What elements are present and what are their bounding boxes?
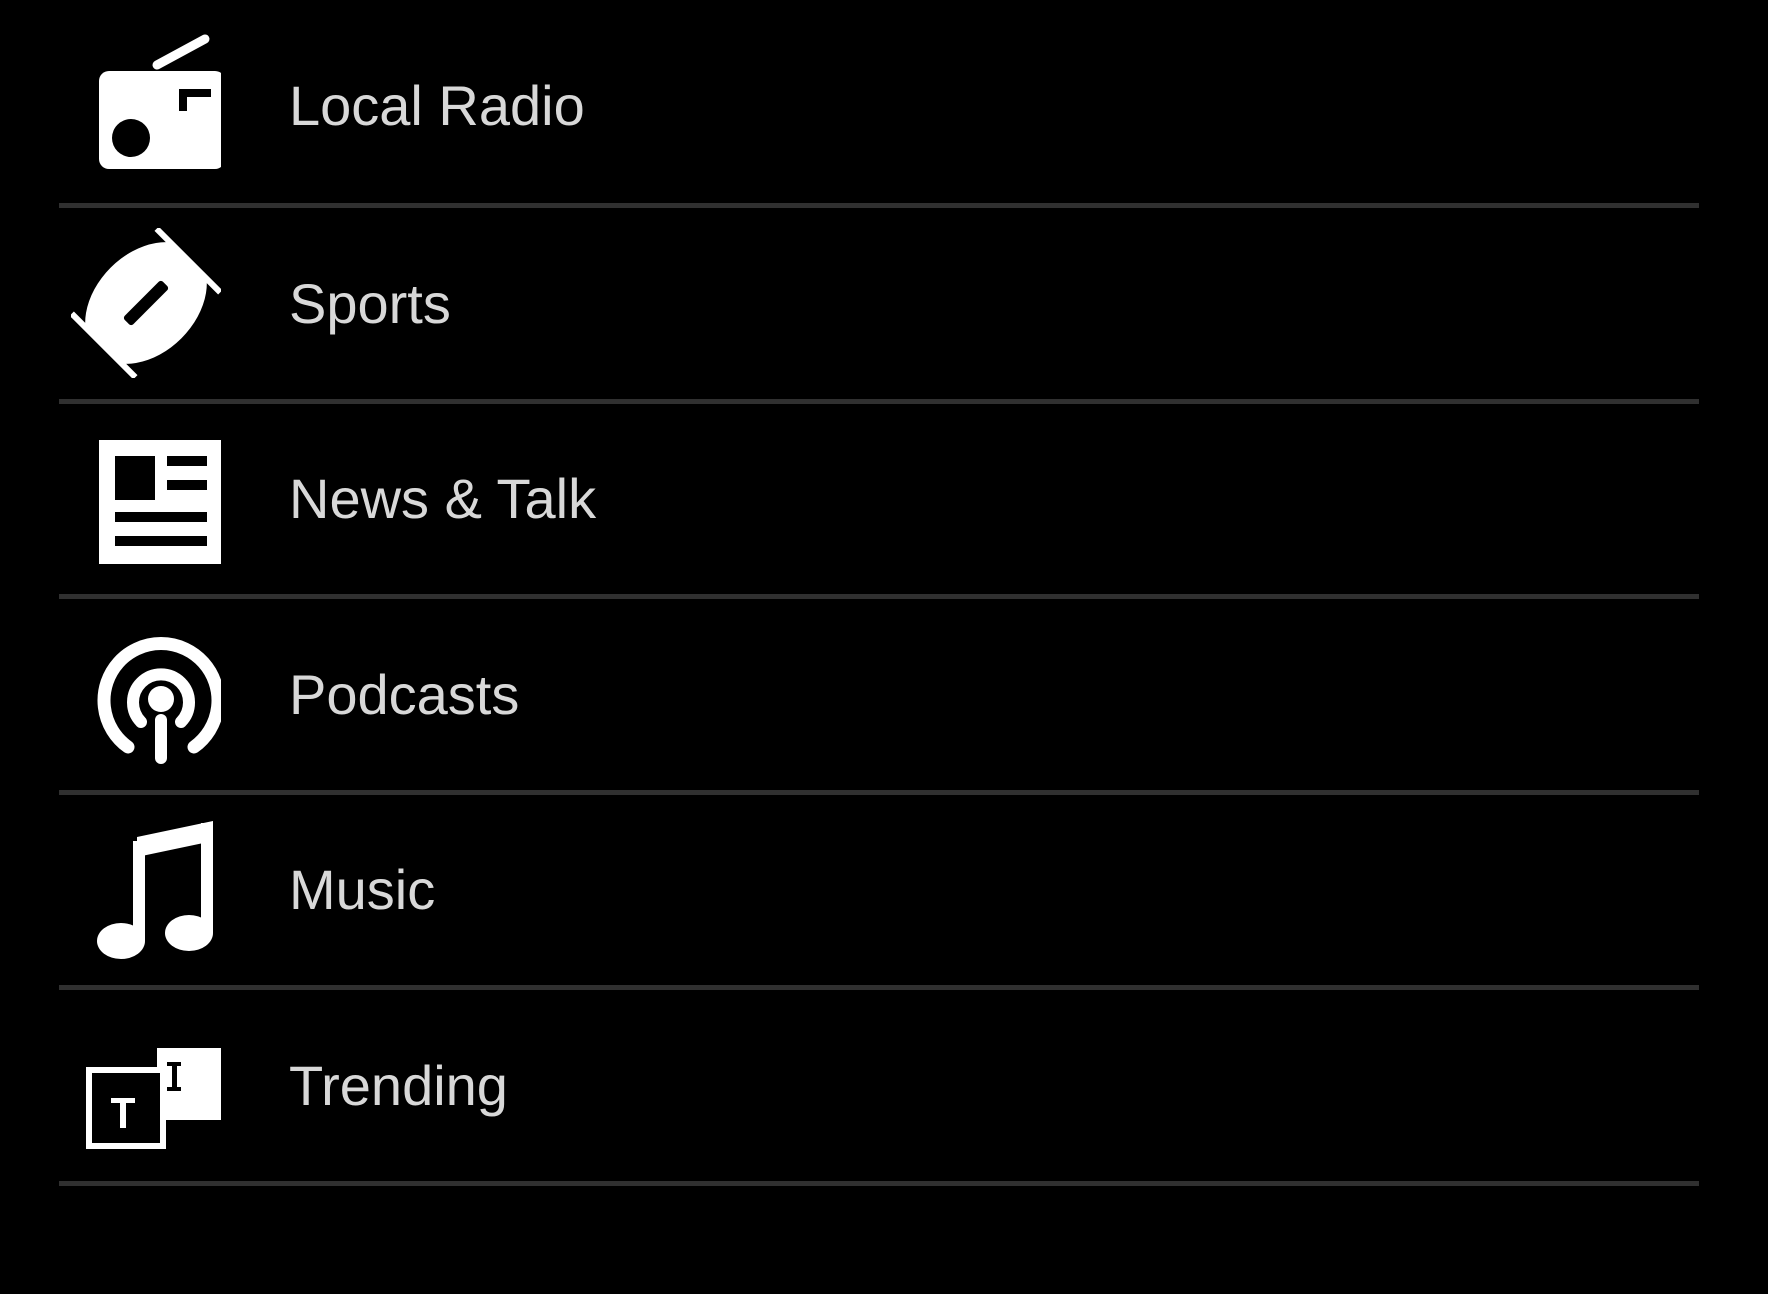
menu-item-local-radio[interactable]: Local Radio bbox=[59, 8, 1699, 208]
menu-item-podcasts[interactable]: Podcasts bbox=[59, 599, 1699, 795]
newspaper-icon bbox=[71, 424, 221, 574]
menu-item-music[interactable]: Music bbox=[59, 795, 1699, 990]
menu-item-trending[interactable]: Trending bbox=[59, 990, 1699, 1186]
trending-icon bbox=[71, 1010, 221, 1160]
category-menu: Local Radio Sports News & Talk Podcasts … bbox=[59, 8, 1699, 1186]
menu-item-news-talk[interactable]: News & Talk bbox=[59, 404, 1699, 599]
radio-icon bbox=[71, 31, 221, 181]
football-icon bbox=[71, 228, 221, 379]
menu-item-label: Music bbox=[289, 858, 436, 922]
menu-item-label: Sports bbox=[289, 271, 451, 335]
music-note-icon bbox=[71, 815, 221, 965]
podcast-icon bbox=[71, 619, 221, 769]
menu-item-sports[interactable]: Sports bbox=[59, 208, 1699, 404]
menu-item-label: Trending bbox=[289, 1053, 508, 1117]
menu-item-label: Local Radio bbox=[289, 74, 585, 137]
menu-item-label: Podcasts bbox=[289, 662, 520, 726]
menu-item-label: News & Talk bbox=[289, 467, 597, 531]
